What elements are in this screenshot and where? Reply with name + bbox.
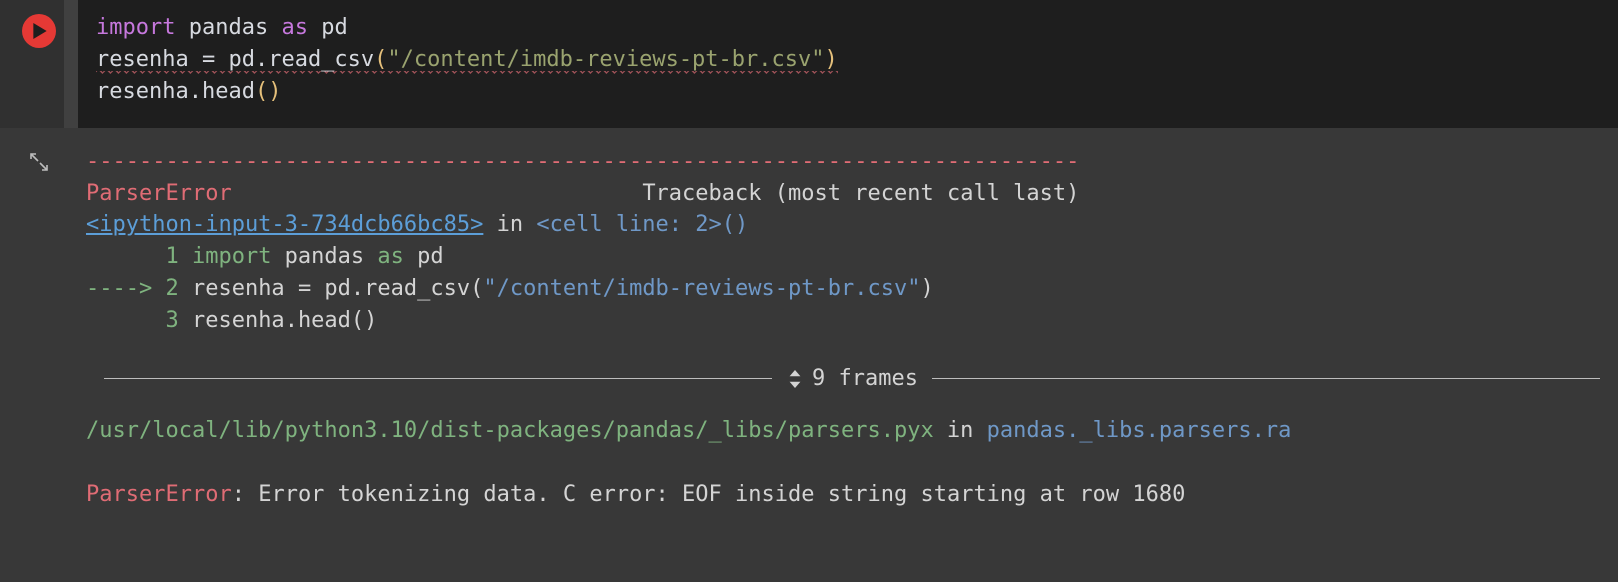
arrow-marker: ----> 2 xyxy=(86,276,179,301)
lparen: ( xyxy=(374,47,387,72)
code-editor[interactable]: import pandas as pd resenha = pd.read_cs… xyxy=(78,0,1618,128)
tok: pandas xyxy=(271,244,364,269)
code-cell: import pandas as pd resenha = pd.read_cs… xyxy=(0,0,1618,128)
rule xyxy=(932,378,1600,379)
line-num: 1 xyxy=(86,244,179,269)
keyword-import: import xyxy=(96,15,175,40)
expand-frames-icon xyxy=(786,368,804,390)
in-word: in xyxy=(934,418,987,443)
output-expand-icon[interactable] xyxy=(27,150,51,533)
module-name: pandas xyxy=(189,15,268,40)
play-icon xyxy=(33,23,47,39)
tok: as xyxy=(364,244,404,269)
tok: resenha xyxy=(179,308,285,333)
cell-gutter xyxy=(0,0,78,128)
frames-expander[interactable]: 9 frames xyxy=(86,363,1600,395)
rparen: ) xyxy=(268,79,281,104)
in-word: in xyxy=(483,212,536,237)
alias: pd xyxy=(321,15,348,40)
rparen: ) xyxy=(825,47,838,72)
output-body[interactable]: ----------------------------------------… xyxy=(78,128,1618,533)
error-class: ParserError xyxy=(86,482,232,507)
tok: "/content/imdb-reviews-pt-br.csv" xyxy=(483,276,920,301)
file-path: /usr/local/lib/python3.10/dist-packages/… xyxy=(86,418,934,443)
ipython-link[interactable]: <ipython-input-3-734dcb66bc85> xyxy=(86,212,483,237)
var: resenha xyxy=(96,79,189,104)
tok: ) xyxy=(920,276,933,301)
tok: = xyxy=(298,276,311,301)
lparen: ( xyxy=(255,79,268,104)
traceback-label: Traceback (most recent call last) xyxy=(642,181,1079,206)
func-name: pandas._libs.parsers.ra xyxy=(987,418,1292,443)
rule xyxy=(104,378,772,379)
eq: = xyxy=(189,47,229,72)
dot: . xyxy=(189,79,202,104)
var: resenha xyxy=(96,47,189,72)
tok: head() xyxy=(298,308,377,333)
tok: import xyxy=(179,244,272,269)
error-message: Error tokenizing data. C error: EOF insi… xyxy=(258,482,1185,507)
traceback-separator: ----------------------------------------… xyxy=(86,146,1600,178)
run-button[interactable] xyxy=(22,14,56,48)
tok: . xyxy=(285,308,298,333)
string-arg: "/content/imdb-reviews-pt-br.csv" xyxy=(387,47,824,72)
tok: pd.read_csv( xyxy=(311,276,483,301)
frames-count: 9 frames xyxy=(812,363,918,395)
cell-ref: <cell line: 2> xyxy=(536,212,721,237)
colon: : xyxy=(232,482,259,507)
line-num: 3 xyxy=(86,308,179,333)
output-cell: ----------------------------------------… xyxy=(0,128,1618,533)
error-class: ParserError xyxy=(86,181,232,206)
keyword-as: as xyxy=(281,15,308,40)
tok: pd xyxy=(404,244,444,269)
tok: resenha xyxy=(179,276,298,301)
paren: () xyxy=(722,212,749,237)
method: head xyxy=(202,79,255,104)
output-gutter xyxy=(0,128,78,533)
call: pd.read_csv xyxy=(228,47,374,72)
